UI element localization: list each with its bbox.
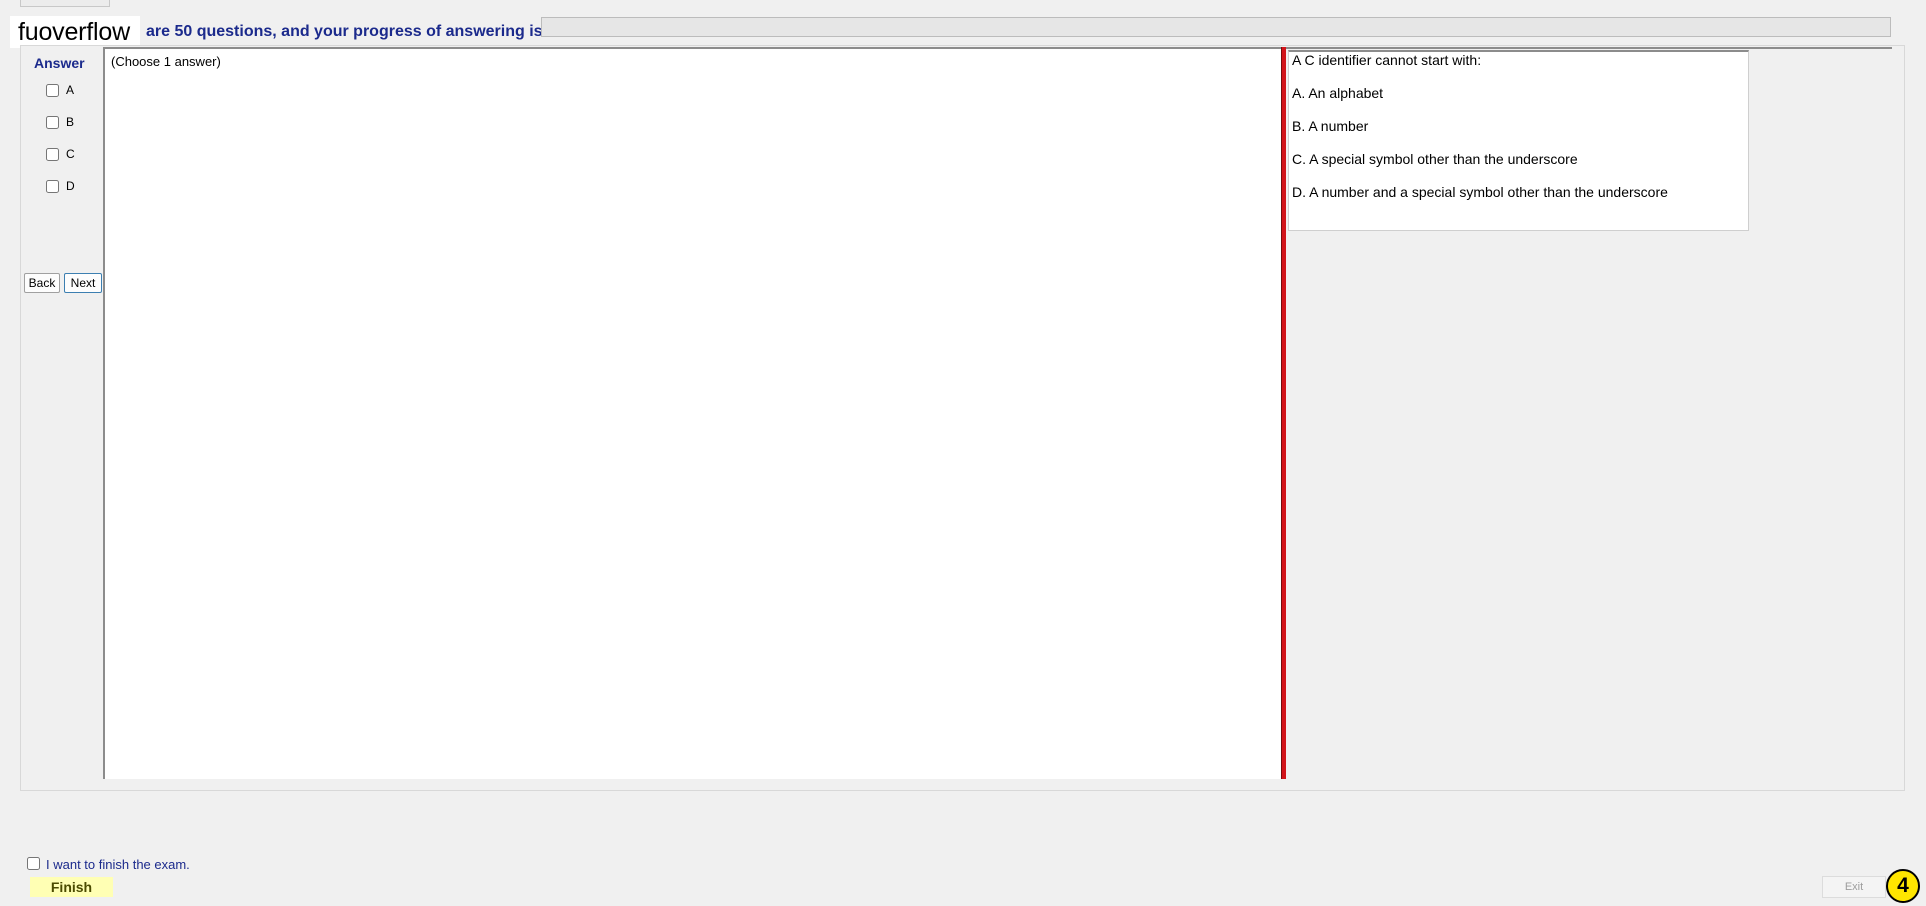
answer-label-b: B xyxy=(66,115,75,129)
top-tab[interactable] xyxy=(20,0,110,7)
answer-label-a: A xyxy=(66,83,75,97)
choose-instruction: (Choose 1 answer) xyxy=(111,54,221,69)
answer-checkbox-a[interactable] xyxy=(46,84,59,97)
choice-b: B. A number xyxy=(1292,118,1369,134)
answer-checkbox-c[interactable] xyxy=(46,148,59,161)
question-box xyxy=(1288,50,1749,231)
back-button[interactable]: Back xyxy=(24,273,60,293)
answer-checkbox-b[interactable] xyxy=(46,116,59,129)
finish-exam-label[interactable]: I want to finish the exam. xyxy=(46,857,190,872)
answer-label-c: C xyxy=(66,147,75,161)
next-button[interactable]: Next xyxy=(64,273,102,293)
question-stem: A C identifier cannot start with: xyxy=(1292,52,1482,68)
step-badge: 4 xyxy=(1886,869,1920,903)
brand-logo-text: fuoverflow xyxy=(18,18,130,46)
finish-exam-checkbox[interactable] xyxy=(27,857,40,870)
progress-text: are 50 questions, and your progress of a… xyxy=(146,23,543,40)
choice-d: D. A number and a special symbol other t… xyxy=(1292,184,1668,200)
question-area xyxy=(103,47,1282,779)
finish-button[interactable]: Finish xyxy=(30,877,113,897)
exit-button[interactable]: Exit xyxy=(1822,876,1886,898)
answer-checkbox-d[interactable] xyxy=(46,180,59,193)
choice-a: A. An alphabet xyxy=(1292,85,1384,101)
choice-c: C. A special symbol other than the under… xyxy=(1292,151,1578,167)
answer-label-d: D xyxy=(66,179,75,193)
progress-bar xyxy=(541,17,1891,37)
answer-heading: Answer xyxy=(34,55,85,71)
